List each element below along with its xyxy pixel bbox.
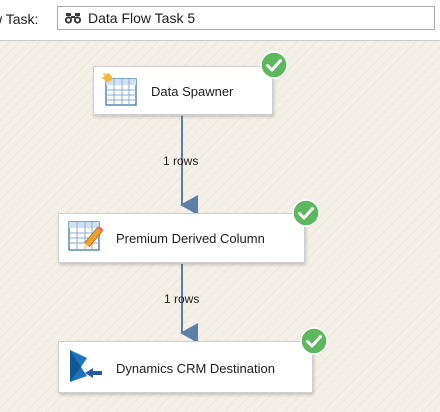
task-label: w Task: [0, 11, 39, 27]
dynamics-crm-icon [70, 350, 102, 382]
path-1-row-count: 1 rows [163, 154, 199, 168]
binoculars-icon [64, 13, 82, 24]
data-spawner-label: Data Spawner [151, 84, 234, 99]
data-spawner-component[interactable]: Data Spawner [93, 66, 273, 115]
spreadsheet-pencil-icon [68, 221, 103, 251]
path-2-row-count: 1 rows [164, 292, 200, 306]
task-selector-bar: w Task: Data Flow Task 5 [0, 0, 440, 41]
dynamics-crm-destination-component[interactable]: Dynamics CRM Destination [58, 341, 313, 393]
check-circle-icon [300, 327, 328, 355]
premium-derived-column-label: Premium Derived Column [116, 231, 265, 246]
dynamics-crm-destination-label: Dynamics CRM Destination [116, 361, 275, 376]
spreadsheet-sun-icon [102, 73, 137, 106]
selected-task-value: Data Flow Task 5 [88, 10, 196, 26]
premium-derived-column-component[interactable]: Premium Derived Column [58, 213, 305, 263]
check-circle-icon [292, 199, 320, 227]
check-circle-icon [260, 51, 288, 79]
task-dropdown[interactable]: Data Flow Task 5 [57, 6, 435, 30]
